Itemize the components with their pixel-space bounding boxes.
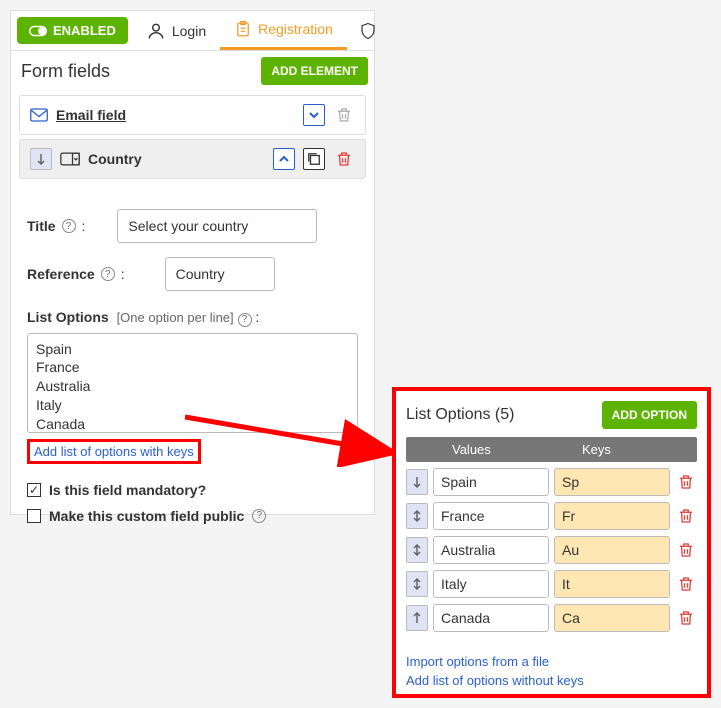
option-drag-handle[interactable] bbox=[406, 469, 428, 495]
option-row bbox=[406, 468, 697, 496]
sort-icon bbox=[412, 510, 422, 522]
list-options-title: List Options (5) bbox=[406, 406, 514, 424]
trash-icon bbox=[677, 575, 695, 593]
drag-handle[interactable] bbox=[30, 148, 52, 170]
option-row bbox=[406, 604, 697, 632]
enabled-toggle[interactable]: ENABLED bbox=[17, 17, 128, 44]
add-option-button[interactable]: ADD OPTION bbox=[602, 401, 697, 429]
option-row bbox=[406, 536, 697, 564]
add-options-with-keys-link[interactable]: Add list of options with keys bbox=[27, 439, 201, 464]
list-options-label: List Options bbox=[27, 309, 109, 325]
sort-icon bbox=[412, 476, 422, 488]
delete-option-button[interactable] bbox=[675, 505, 697, 527]
enabled-icon bbox=[29, 24, 47, 38]
field-row-country[interactable]: Country bbox=[19, 139, 366, 179]
option-row bbox=[406, 570, 697, 598]
tab-registration-label: Registration bbox=[258, 21, 333, 37]
duplicate-icon bbox=[307, 152, 321, 166]
add-element-button[interactable]: ADD ELEMENT bbox=[261, 57, 368, 85]
section-header: Form fields ADD ELEMENT bbox=[11, 51, 374, 91]
list-options-hint: [One option per line] bbox=[117, 310, 234, 325]
field-label: Country bbox=[88, 151, 265, 167]
option-key-input[interactable] bbox=[554, 468, 670, 496]
title-input[interactable] bbox=[117, 209, 317, 243]
trash-icon bbox=[335, 150, 353, 168]
sort-icon bbox=[412, 612, 422, 624]
column-header: Values Keys bbox=[406, 437, 697, 462]
delete-option-button[interactable] bbox=[675, 539, 697, 561]
login-icon bbox=[146, 21, 166, 41]
collapse-button[interactable] bbox=[273, 148, 295, 170]
tab-registration[interactable]: Registration bbox=[220, 11, 347, 50]
option-key-input[interactable] bbox=[554, 502, 670, 530]
help-icon[interactable]: ? bbox=[252, 509, 266, 523]
expand-button[interactable] bbox=[303, 104, 325, 126]
mandatory-label: Is this field mandatory? bbox=[49, 482, 206, 498]
registration-icon bbox=[234, 19, 252, 39]
duplicate-button[interactable] bbox=[303, 148, 325, 170]
field-row-email[interactable]: Email field bbox=[19, 95, 366, 135]
col-keys-label: Keys bbox=[582, 442, 611, 457]
option-drag-handle[interactable] bbox=[406, 605, 428, 631]
delete-button[interactable] bbox=[333, 104, 355, 126]
help-icon[interactable]: ? bbox=[101, 267, 115, 281]
option-value-input[interactable] bbox=[433, 502, 549, 530]
add-options-without-keys-link[interactable]: Add list of options without keys bbox=[406, 673, 697, 688]
delete-option-button[interactable] bbox=[675, 573, 697, 595]
list-options-panel: List Options (5) ADD OPTION Values Keys … bbox=[392, 387, 711, 698]
down-arrow-icon bbox=[36, 153, 46, 165]
delete-option-button[interactable] bbox=[675, 607, 697, 629]
option-drag-handle[interactable] bbox=[406, 537, 428, 563]
trash-icon bbox=[335, 106, 353, 124]
trash-icon bbox=[677, 541, 695, 559]
sort-icon bbox=[412, 544, 422, 556]
list-options-textarea[interactable]: Spain France Australia Italy Canada bbox=[27, 333, 358, 433]
dropdown-icon bbox=[60, 152, 80, 166]
chevron-up-icon bbox=[278, 153, 290, 165]
col-values-label: Values bbox=[452, 442, 572, 457]
enabled-label: ENABLED bbox=[53, 23, 116, 38]
option-drag-handle[interactable] bbox=[406, 503, 428, 529]
option-value-input[interactable] bbox=[433, 570, 549, 598]
delete-option-button[interactable] bbox=[675, 471, 697, 493]
chevron-down-icon bbox=[308, 109, 320, 121]
option-key-input[interactable] bbox=[554, 536, 670, 564]
shield-icon bbox=[359, 21, 377, 41]
option-key-input[interactable] bbox=[554, 604, 670, 632]
email-icon bbox=[30, 108, 48, 122]
option-drag-handle[interactable] bbox=[406, 571, 428, 597]
tabs-bar: ENABLED Login Registration bbox=[11, 11, 374, 51]
option-value-input[interactable] bbox=[433, 604, 549, 632]
public-label: Make this custom field public bbox=[49, 508, 244, 524]
field-label: Email field bbox=[56, 107, 295, 123]
option-row bbox=[406, 502, 697, 530]
tab-shield[interactable] bbox=[347, 11, 389, 50]
mandatory-checkbox[interactable] bbox=[27, 483, 41, 497]
trash-icon bbox=[677, 507, 695, 525]
form-fields-panel: ENABLED Login Registration Form fields A… bbox=[10, 10, 375, 515]
section-title: Form fields bbox=[21, 61, 110, 82]
trash-icon bbox=[677, 473, 695, 491]
help-icon[interactable]: ? bbox=[62, 219, 76, 233]
field-properties: Title ?: Reference ?: List Options [One … bbox=[11, 183, 374, 546]
reference-input[interactable] bbox=[165, 257, 275, 291]
option-value-input[interactable] bbox=[433, 536, 549, 564]
option-value-input[interactable] bbox=[433, 468, 549, 496]
help-icon[interactable]: ? bbox=[238, 313, 252, 327]
public-checkbox[interactable] bbox=[27, 509, 41, 523]
delete-button[interactable] bbox=[333, 148, 355, 170]
title-label: Title bbox=[27, 218, 56, 234]
import-options-link[interactable]: Import options from a file bbox=[406, 654, 697, 669]
reference-label: Reference bbox=[27, 266, 95, 282]
sort-icon bbox=[412, 578, 422, 590]
tab-login[interactable]: Login bbox=[132, 11, 220, 50]
trash-icon bbox=[677, 609, 695, 627]
option-key-input[interactable] bbox=[554, 570, 670, 598]
tab-login-label: Login bbox=[172, 23, 206, 39]
